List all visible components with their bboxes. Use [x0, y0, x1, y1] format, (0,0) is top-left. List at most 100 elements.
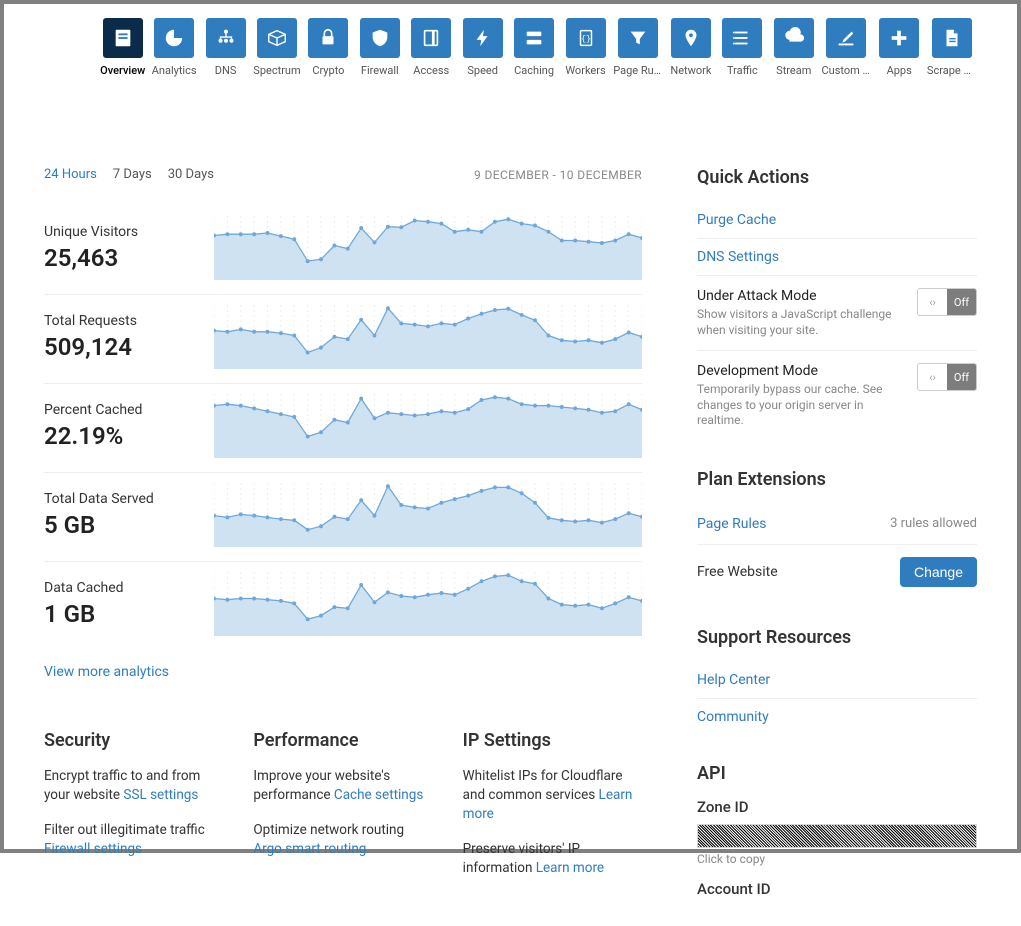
- svg-text:{}: {}: [581, 34, 591, 44]
- community-link[interactable]: Community: [697, 699, 977, 735]
- stat-row-unique-visitors: Unique Visitors25,463: [44, 206, 642, 295]
- filter-30-days[interactable]: 30 Days: [168, 167, 214, 182]
- zone-id-label: Zone ID: [697, 798, 977, 816]
- nav-label: Spectrum: [253, 64, 300, 77]
- toggle-icon: ‹›: [918, 289, 947, 315]
- sparkline-chart: [214, 394, 642, 458]
- page-rules-row: Page Rules 3 rules allowed: [697, 504, 977, 545]
- dev-mode-desc: Temporarily bypass our cache. See change…: [697, 382, 907, 429]
- nav-label: Custom P...: [821, 64, 871, 77]
- sparkline-chart: [214, 572, 642, 636]
- nav-label: Scrape S...: [927, 64, 977, 77]
- dev-mode-title: Development Mode: [697, 363, 907, 379]
- security-title: Security: [44, 730, 223, 751]
- nav-workers[interactable]: {} Workers: [562, 18, 609, 77]
- help-center-link[interactable]: Help Center: [697, 662, 977, 699]
- nav-label: Speed: [467, 64, 498, 77]
- ip-block-2: Preserve visitors' IP information Learn …: [463, 840, 642, 878]
- nav-label: Caching: [514, 64, 554, 77]
- nav-label: Workers: [565, 64, 605, 77]
- spectrum-icon: [257, 18, 297, 58]
- stat-row-total-data-served: Total Data Served 5 GB: [44, 473, 642, 562]
- ssl-settings-link[interactable]: SSL settings: [123, 787, 198, 803]
- nav-spectrum[interactable]: Spectrum: [253, 18, 300, 77]
- apps-icon: [879, 18, 919, 58]
- toggle-icon: ‹›: [918, 364, 947, 390]
- nav-firewall[interactable]: Firewall: [356, 18, 403, 77]
- nav-label: Access: [413, 64, 449, 77]
- under-attack-state: Off: [947, 289, 976, 315]
- page-rules-link[interactable]: Page Rules: [697, 516, 767, 532]
- nav-traffic[interactable]: Traffic: [719, 18, 766, 77]
- nav-access[interactable]: Access: [408, 18, 455, 77]
- nav-speed[interactable]: Speed: [459, 18, 506, 77]
- nav-stream[interactable]: Stream: [770, 18, 817, 77]
- dev-mode-toggle[interactable]: ‹› Off: [917, 363, 977, 391]
- firewall-icon: [360, 18, 400, 58]
- filter-7-days[interactable]: 7 Days: [113, 167, 152, 182]
- performance-card: Performance Improve your website's perfo…: [253, 730, 432, 893]
- security-card: Security Encrypt traffic to and from you…: [44, 730, 223, 893]
- nav-custom-p-[interactable]: Custom P...: [821, 18, 871, 77]
- stat-value: 509,124: [44, 333, 194, 361]
- nav-page-rules[interactable]: Page Rules: [613, 18, 663, 77]
- analytics-icon: [154, 18, 194, 58]
- time-filter-tabs: 24 Hours7 Days30 Days9 DECEMBER - 10 DEC…: [44, 167, 642, 182]
- quick-actions-title: Quick Actions: [697, 167, 977, 188]
- stat-label: Total Requests: [44, 313, 194, 329]
- nav-scrape-s-[interactable]: Scrape S...: [927, 18, 977, 77]
- change-plan-button[interactable]: Change: [900, 557, 977, 587]
- plan-type-row: Free Website Change: [697, 545, 977, 599]
- nav-apps[interactable]: Apps: [875, 18, 922, 77]
- nav-analytics[interactable]: Analytics: [150, 18, 197, 77]
- nav-label: Network: [670, 64, 711, 77]
- stat-value: 5 GB: [44, 511, 194, 539]
- custom-p--icon: [826, 18, 866, 58]
- purge-cache-link[interactable]: Purge Cache: [697, 202, 977, 239]
- nav-label: Apps: [887, 64, 912, 77]
- under-attack-toggle[interactable]: ‹› Off: [917, 288, 977, 316]
- cache-settings-link[interactable]: Cache settings: [334, 787, 423, 803]
- nav-label: Analytics: [152, 64, 197, 77]
- nav-crypto[interactable]: Crypto: [305, 18, 352, 77]
- quick-actions-section: Quick Actions Purge Cache DNS Settings U…: [697, 167, 977, 441]
- argo-routing-link[interactable]: Argo smart routing: [253, 841, 366, 857]
- filter-24-hours[interactable]: 24 Hours: [44, 167, 97, 182]
- nav-network[interactable]: Network: [667, 18, 714, 77]
- dns-icon: [206, 18, 246, 58]
- plan-extensions-section: Plan Extensions Page Rules 3 rules allow…: [697, 469, 977, 599]
- under-attack-row: Under Attack Mode Show visitors a JavaSc…: [697, 276, 977, 351]
- ip-settings-card: IP Settings Whitelist IPs for Cloudflare…: [463, 730, 642, 893]
- stat-row-percent-cached: Percent Cached 22.19%: [44, 384, 642, 473]
- top-nav: Overview Analytics DNS Spectrum Crypto Firewa…: [99, 18, 977, 77]
- overview-icon: [103, 18, 143, 58]
- dns-settings-link[interactable]: DNS Settings: [697, 239, 977, 276]
- traffic-icon: [722, 18, 762, 58]
- stat-label: Total Data Served: [44, 491, 194, 507]
- nav-dns[interactable]: DNS: [202, 18, 249, 77]
- zone-id-value[interactable]: [697, 824, 977, 848]
- stat-label: Unique Visitors: [44, 224, 194, 240]
- nav-label: DNS: [215, 64, 237, 77]
- stat-label: Percent Cached: [44, 402, 194, 418]
- nav-label: Crypto: [312, 64, 344, 77]
- scrape-s--icon: [932, 18, 972, 58]
- api-title: API: [697, 763, 977, 784]
- nav-overview[interactable]: Overview: [99, 18, 146, 77]
- performance-block-1: Improve your website's performance Cache…: [253, 767, 432, 805]
- nav-label: Traffic: [727, 64, 758, 77]
- stream-icon: [774, 18, 814, 58]
- stat-row-data-cached: Data Cached1 GB: [44, 562, 642, 650]
- firewall-settings-link[interactable]: Firewall settings: [44, 841, 142, 857]
- ip-learn-more-2-link[interactable]: Learn more: [536, 860, 604, 876]
- caching-icon: [514, 18, 554, 58]
- stat-value: 1 GB: [44, 600, 194, 628]
- support-section: Support Resources Help Center Community: [697, 627, 977, 735]
- sparkline-chart: [214, 216, 642, 280]
- view-more-analytics-link[interactable]: View more analytics: [44, 664, 642, 680]
- stat-value: 22.19%: [44, 422, 194, 450]
- sparkline-chart: [214, 483, 642, 547]
- nav-caching[interactable]: Caching: [510, 18, 557, 77]
- nav-label: Stream: [776, 64, 811, 77]
- nav-label: Overview: [100, 64, 145, 77]
